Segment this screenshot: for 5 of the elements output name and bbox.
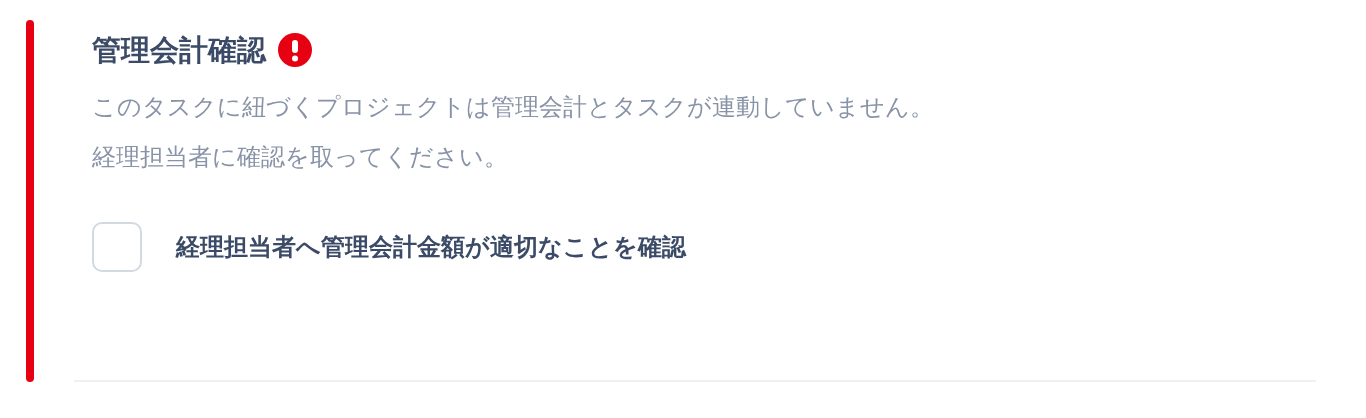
description-text: 経理担当者に確認を取ってください。 <box>92 142 508 173</box>
description-text: このタスクに紐づくプロジェクトは管理会計とタスクが連動していません。 <box>92 92 934 123</box>
section-title: 管理会計確認 <box>92 32 266 69</box>
checkbox-label: 経理担当者へ管理会計金額が適切なことを確認 <box>176 232 686 263</box>
checkbox[interactable] <box>92 222 142 272</box>
